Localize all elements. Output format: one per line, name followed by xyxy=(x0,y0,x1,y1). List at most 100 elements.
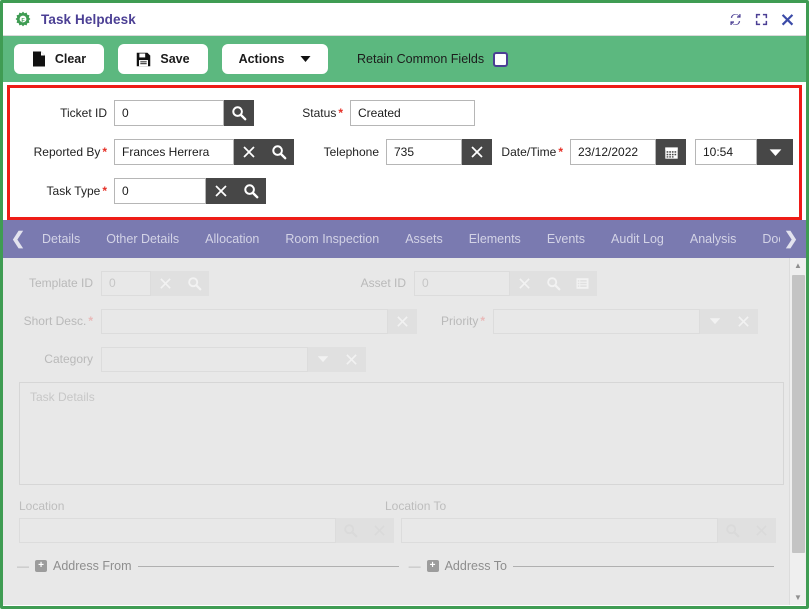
telephone-label: Telephone xyxy=(323,145,379,159)
retain-common-fields[interactable]: Retain Common Fields xyxy=(357,51,509,67)
close-icon[interactable] xyxy=(779,11,796,28)
calendar-icon[interactable] xyxy=(656,139,686,165)
task-type-control: 0 xyxy=(114,178,266,204)
tab-other-details[interactable]: Other Details xyxy=(93,232,192,246)
retain-common-fields-label: Retain Common Fields xyxy=(357,52,485,66)
reported-by-search-icon[interactable] xyxy=(264,139,294,165)
asset-id-input: 0 xyxy=(414,270,510,296)
task-type-clear-icon[interactable] xyxy=(206,178,236,204)
task-helpdesk-window: F Task Helpdesk Clear Save Actions Retai… xyxy=(0,0,809,609)
retain-common-fields-checkbox[interactable] xyxy=(493,51,509,67)
short-desc-input xyxy=(101,308,388,334)
address-from-dash: — xyxy=(17,559,29,573)
category-dropdown-icon xyxy=(308,346,337,372)
save-button[interactable]: Save xyxy=(117,43,209,75)
ticket-id-search-icon[interactable] xyxy=(224,100,254,126)
location-clear-icon xyxy=(365,517,394,543)
tab-audit-log[interactable]: Audit Log xyxy=(598,232,677,246)
gear-icon: F xyxy=(15,11,31,27)
reported-by-control: Frances Herrera xyxy=(114,139,294,165)
priority-label: Priority * xyxy=(440,314,485,328)
window-controls xyxy=(727,11,796,28)
ticket-id-input[interactable]: 0 xyxy=(114,100,224,126)
toolbar: Clear Save Actions Retain Common Fields xyxy=(3,36,806,82)
location-to-input xyxy=(401,517,718,543)
reported-by-input[interactable]: Frances Herrera xyxy=(114,139,234,165)
address-to-section[interactable]: — + Address To xyxy=(409,559,806,573)
title-bar: F Task Helpdesk xyxy=(3,3,806,36)
task-type-search-icon[interactable] xyxy=(236,178,266,204)
tab-strip: ❮ Details Other Details Allocation Room … xyxy=(3,220,806,258)
window-title: Task Helpdesk xyxy=(41,11,136,27)
address-from-rule xyxy=(137,565,399,567)
expand-plus-icon[interactable]: + xyxy=(426,560,439,572)
actions-button-label: Actions xyxy=(238,52,285,66)
tabs-next-arrow-icon[interactable]: ❯ xyxy=(780,229,802,249)
details-row-3: Category xyxy=(3,344,806,374)
address-from-label: Address From xyxy=(53,559,132,573)
task-details-textarea: Task Details xyxy=(19,382,784,485)
scroll-down-arrow-icon[interactable]: ▼ xyxy=(790,590,806,605)
telephone-clear-icon[interactable] xyxy=(462,139,492,165)
date-input[interactable]: 23/12/2022 xyxy=(570,139,656,165)
reported-by-label: Reported By * xyxy=(33,145,107,159)
short-desc-label: Short Desc. * xyxy=(23,314,93,328)
location-input xyxy=(19,517,336,543)
category-control xyxy=(101,346,366,372)
category-input xyxy=(101,346,308,372)
maximize-icon[interactable] xyxy=(753,11,770,28)
priority-control xyxy=(493,308,758,334)
tab-assets[interactable]: Assets xyxy=(392,232,456,246)
tab-elements[interactable]: Elements xyxy=(456,232,534,246)
location-labels: Location Location To xyxy=(3,499,806,513)
expand-plus-icon[interactable]: + xyxy=(35,560,47,572)
tab-room-inspection[interactable]: Room Inspection xyxy=(272,232,392,246)
refresh-icon[interactable] xyxy=(727,11,744,28)
tabs-prev-arrow-icon[interactable]: ❮ xyxy=(7,229,29,249)
reported-by-clear-icon[interactable] xyxy=(234,139,264,165)
priority-clear-icon xyxy=(729,308,758,334)
actions-button[interactable]: Actions xyxy=(221,43,329,75)
category-label: Category xyxy=(44,352,93,366)
clear-button[interactable]: Clear xyxy=(13,43,105,75)
asset-id-list-icon xyxy=(568,270,597,296)
vertical-scrollbar[interactable]: ▲ ▼ xyxy=(789,258,806,605)
time-dropdown-icon[interactable] xyxy=(757,139,793,165)
location-to-clear-icon xyxy=(747,517,776,543)
details-panel: Template ID 0 Asset ID 0 Short Desc. * P… xyxy=(3,258,806,605)
save-button-label: Save xyxy=(160,52,190,66)
template-id-control: 0 xyxy=(101,270,209,296)
tab-events[interactable]: Events xyxy=(534,232,598,246)
status-control: Created xyxy=(350,100,475,126)
tab-documents[interactable]: Docur xyxy=(749,232,780,246)
document-icon xyxy=(32,51,46,67)
ticket-id-label: Ticket ID xyxy=(60,106,107,120)
task-details-placeholder: Task Details xyxy=(30,390,95,404)
address-sections: — + Address From — + Address To xyxy=(3,559,806,573)
task-type-input[interactable]: 0 xyxy=(114,178,206,204)
asset-id-control: 0 xyxy=(414,270,597,296)
address-to-dash: — xyxy=(408,559,421,573)
tab-list: Details Other Details Allocation Room In… xyxy=(29,232,780,246)
scroll-up-arrow-icon[interactable]: ▲ xyxy=(790,258,806,273)
tab-allocation[interactable]: Allocation xyxy=(192,232,272,246)
status-input[interactable]: Created xyxy=(350,100,475,126)
asset-id-label: Asset ID xyxy=(360,276,406,290)
template-id-search-icon xyxy=(180,270,209,296)
asset-id-search-icon xyxy=(539,270,568,296)
location-search-icon xyxy=(336,517,365,543)
time-input[interactable]: 10:54 xyxy=(695,139,757,165)
location-label: Location xyxy=(19,499,65,513)
scrollbar-thumb[interactable] xyxy=(791,275,805,553)
address-from-section[interactable]: — + Address From xyxy=(3,559,409,573)
highlighted-form-panel: Ticket ID 0 Status * Created Reported By *… xyxy=(7,85,802,220)
tab-analysis[interactable]: Analysis xyxy=(677,232,750,246)
scrollbar-track[interactable] xyxy=(790,273,806,590)
priority-dropdown-icon xyxy=(700,308,729,334)
short-desc-clear-icon xyxy=(388,308,417,334)
date-time-label: Date/Time * xyxy=(501,145,563,159)
telephone-input[interactable]: 735 xyxy=(386,139,462,165)
date-control: 23/12/2022 xyxy=(570,139,686,165)
tab-details[interactable]: Details xyxy=(29,232,93,246)
template-id-label: Template ID xyxy=(28,276,93,290)
